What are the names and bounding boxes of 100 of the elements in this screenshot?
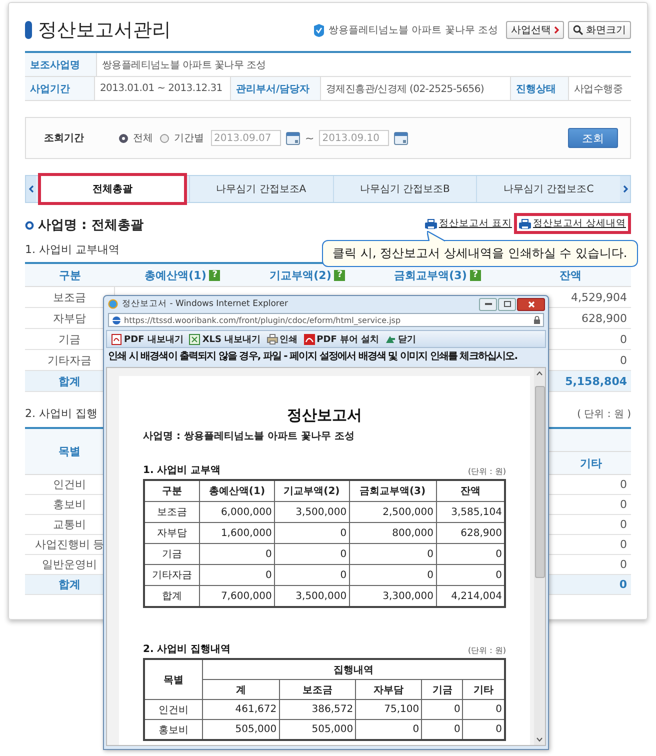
toolbar-button[interactable]: 인쇄	[266, 332, 298, 346]
table-title: 1. 사업비 교부액	[143, 464, 221, 477]
scroll-left-button[interactable]	[26, 176, 36, 202]
field-label: 사업기간	[25, 77, 95, 100]
field-label: 보조사업명	[25, 53, 97, 76]
chevron-right-icon	[554, 26, 559, 34]
zoom-button[interactable]: 화면크기	[568, 21, 631, 39]
chevron-left-icon	[28, 185, 34, 193]
document-title: 정산보고서	[286, 406, 363, 425]
toolbar-button[interactable]: XLS 내보내기	[189, 332, 261, 346]
tab[interactable]: 전체총괄	[41, 176, 184, 202]
scrollbar[interactable]	[534, 368, 545, 745]
field-value: 사업수행중	[573, 82, 624, 96]
scroll-thumb[interactable]	[534, 386, 544, 578]
spreadsheet-icon	[189, 334, 200, 344]
pdf-icon	[304, 334, 315, 344]
search-button[interactable]: 조회	[568, 128, 618, 148]
chevron-up-icon	[536, 371, 543, 376]
table-cell: 2,500,000	[349, 502, 436, 522]
radio-button[interactable]	[119, 134, 128, 142]
globe-icon	[112, 316, 121, 324]
lock-icon	[534, 316, 540, 324]
table-cell: 461,672	[202, 700, 280, 720]
column-header: 계	[202, 680, 280, 700]
url-text: https://ttssd.wooribank.com/front/plugin/cdoc/eform/html_service.jsp	[124, 316, 401, 324]
print-link[interactable]: 정산보고서 상세내역	[518, 217, 626, 230]
column-header: 구분	[25, 264, 115, 287]
close-icon	[528, 300, 534, 308]
maximize-icon	[504, 301, 510, 307]
field-label: 진행상태	[511, 77, 569, 100]
shield-icon	[314, 24, 324, 36]
window-title: 정산보고서 - Windows Internet Explorer	[122, 298, 288, 310]
help-icon[interactable]: ?	[470, 270, 481, 280]
table-cell: 0	[422, 700, 463, 720]
printer-icon	[518, 218, 531, 228]
table-cell: 0	[551, 515, 631, 535]
table-cell: 3,500,000	[274, 502, 350, 522]
table-title: 1. 사업비 교부내역	[25, 243, 120, 256]
calendar-icon	[286, 131, 300, 145]
calendar-icon	[394, 131, 408, 145]
exit-icon	[385, 334, 396, 344]
column-header: 기타	[551, 452, 631, 475]
table-cell: 보조금	[144, 502, 200, 522]
close-button[interactable]	[517, 298, 545, 310]
help-icon[interactable]: ?	[209, 270, 220, 280]
table-cell: 기타자금	[144, 564, 200, 586]
chevron-right-icon	[622, 185, 628, 193]
toolbar-button[interactable]: PDF 뷰어 설치	[304, 332, 380, 346]
table-cell: 0	[274, 544, 350, 564]
field-value: 쌍용플레티넘노블 아파트 꽃나무 조성	[101, 58, 267, 72]
table-title: 2. 사업비 집행	[25, 406, 98, 421]
column-header: 금회교부액(3)	[349, 480, 436, 502]
address-bar[interactable]: https://ttssd.wooribank.com/front/plugin/cdoc/eform/html_service.jsp	[108, 313, 544, 327]
table-cell: 0	[551, 495, 631, 515]
table-title: 2. 사업비 집행내역	[143, 643, 231, 656]
radio-button[interactable]	[160, 134, 169, 142]
document-project: 사업명 : 쌍용플레티넘노블 아파트 꽃나무 조성	[143, 430, 356, 443]
column-header: 총예산액(1)	[200, 480, 274, 502]
globe-icon	[108, 299, 118, 309]
column-header: 자부담	[356, 680, 422, 700]
radio-label: 전체	[133, 132, 153, 145]
field-label: 관리부서/담당자	[231, 77, 321, 100]
printer-icon	[266, 334, 278, 344]
scroll-right-button[interactable]	[620, 176, 630, 202]
minimize-icon	[484, 303, 492, 305]
title-marker-icon	[25, 21, 32, 39]
minimize-button[interactable]	[479, 298, 497, 310]
table-cell: 기금	[144, 544, 200, 564]
table-cell: 0	[274, 564, 350, 586]
maximize-button[interactable]	[498, 298, 516, 310]
table-cell: 자부담	[144, 522, 200, 544]
table-cell: 800,000	[349, 522, 436, 544]
tooltip-text: 클릭 시, 정산보고서 상세내역을 인쇄하실 수 있습니다.	[332, 245, 628, 262]
radio-label: 기간별	[174, 132, 204, 145]
table-cell: 75,100	[356, 700, 422, 720]
help-icon[interactable]: ?	[334, 270, 346, 280]
tab[interactable]: 나무심기 간접보조B	[332, 176, 476, 202]
column-header: 기교부액(2)	[274, 480, 350, 502]
table-cell: 0	[200, 564, 274, 586]
page-title: 정산보고서관리	[38, 18, 171, 43]
table-cell: 0	[200, 544, 274, 564]
printer-icon	[424, 218, 437, 228]
table-cell: 0	[551, 475, 631, 495]
table-cell: 386,572	[279, 700, 356, 720]
table-cell: 0	[349, 544, 436, 564]
column-header: 보조금	[279, 680, 356, 700]
column-header: 기교부액(2) ?	[250, 264, 365, 287]
toolbar-button[interactable]: 닫기	[385, 332, 416, 346]
column-header: 목별	[144, 659, 203, 700]
table-cell: 0	[349, 564, 436, 586]
select-button[interactable]: 사업선택	[506, 21, 564, 39]
table-cell: 0	[274, 522, 350, 544]
tab[interactable]: 나무심기 간접보조A	[188, 176, 332, 202]
column-header: 총예산액(1) ?	[115, 264, 250, 287]
print-link[interactable]: 정산보고서 표지	[424, 217, 512, 230]
unit-label: ( 단위 : 원 )	[577, 408, 631, 421]
table-cell: 6,000,000	[200, 502, 274, 522]
search-label: 조회기간	[44, 132, 85, 145]
column-header: 기금	[422, 680, 463, 700]
unit-label: (단위 : 원)	[468, 466, 506, 477]
